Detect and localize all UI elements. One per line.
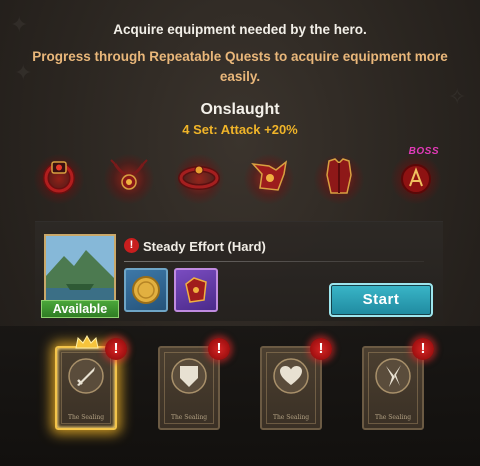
ring-icon — [43, 161, 75, 194]
armor-icon — [326, 158, 352, 194]
sword-icon — [68, 358, 104, 394]
equipment-slot-ring[interactable] — [33, 148, 85, 204]
heart-icon — [273, 358, 309, 394]
divider — [124, 261, 424, 262]
equipment-row: BOSS — [30, 146, 450, 208]
quest-title: Steady Effort (Hard) — [143, 239, 266, 254]
alert-badge: ! — [310, 338, 332, 360]
quest-panel: Available ! Steady Effort (Hard) Start — [35, 221, 443, 321]
shield-icon — [171, 358, 207, 394]
boss-orb-icon — [401, 164, 431, 194]
start-button[interactable]: Start — [329, 283, 433, 317]
card-caption: The Sealing — [272, 414, 310, 421]
card-sword[interactable]: The Sealing ! — [55, 334, 127, 430]
reward-gold-coin[interactable] — [124, 268, 168, 312]
instruction-text: Acquire equipment needed by the hero. — [113, 22, 367, 37]
set-bonus: 4 Set: Attack +20% — [182, 122, 298, 137]
equipment-slot-gauntlet[interactable] — [243, 148, 295, 204]
crown-icon — [75, 334, 99, 349]
equipment-slot-armor[interactable] — [313, 148, 365, 204]
equipment-slot-necklace[interactable] — [103, 148, 155, 204]
equipment-slot-boss[interactable]: BOSS — [390, 146, 442, 204]
alert-badge: ! — [412, 338, 434, 360]
reward-gauntlet[interactable] — [174, 268, 218, 312]
card-row: The Sealing ! The Sealing ! The Sealing … — [0, 326, 480, 466]
set-name: Onslaught — [200, 101, 280, 118]
gauntlet-reward-icon — [185, 277, 207, 303]
card-blades[interactable]: The Sealing ! — [362, 338, 434, 430]
necklace-icon — [110, 159, 148, 190]
blades-icon — [375, 358, 411, 394]
card-caption: The Sealing — [67, 414, 105, 421]
alert-badge: ! — [208, 338, 230, 360]
card-shield[interactable]: The Sealing ! — [158, 338, 230, 430]
card-caption: The Sealing — [170, 414, 208, 421]
equipment-slot-bracelet[interactable] — [173, 148, 225, 204]
island-landscape-icon — [46, 236, 114, 310]
gauntlet-icon — [251, 160, 288, 191]
available-badge: Available — [41, 300, 119, 318]
boss-tag: BOSS — [408, 146, 439, 157]
alert-badge: ! — [105, 338, 127, 360]
gold-coin-icon — [132, 276, 160, 304]
bracelet-icon — [178, 165, 220, 190]
warning-icon: ! — [124, 238, 139, 253]
hint-text: Progress through Repeatable Quests to ac… — [32, 49, 448, 84]
card-caption: The Sealing — [374, 414, 412, 421]
card-heart[interactable]: The Sealing ! — [260, 338, 332, 430]
